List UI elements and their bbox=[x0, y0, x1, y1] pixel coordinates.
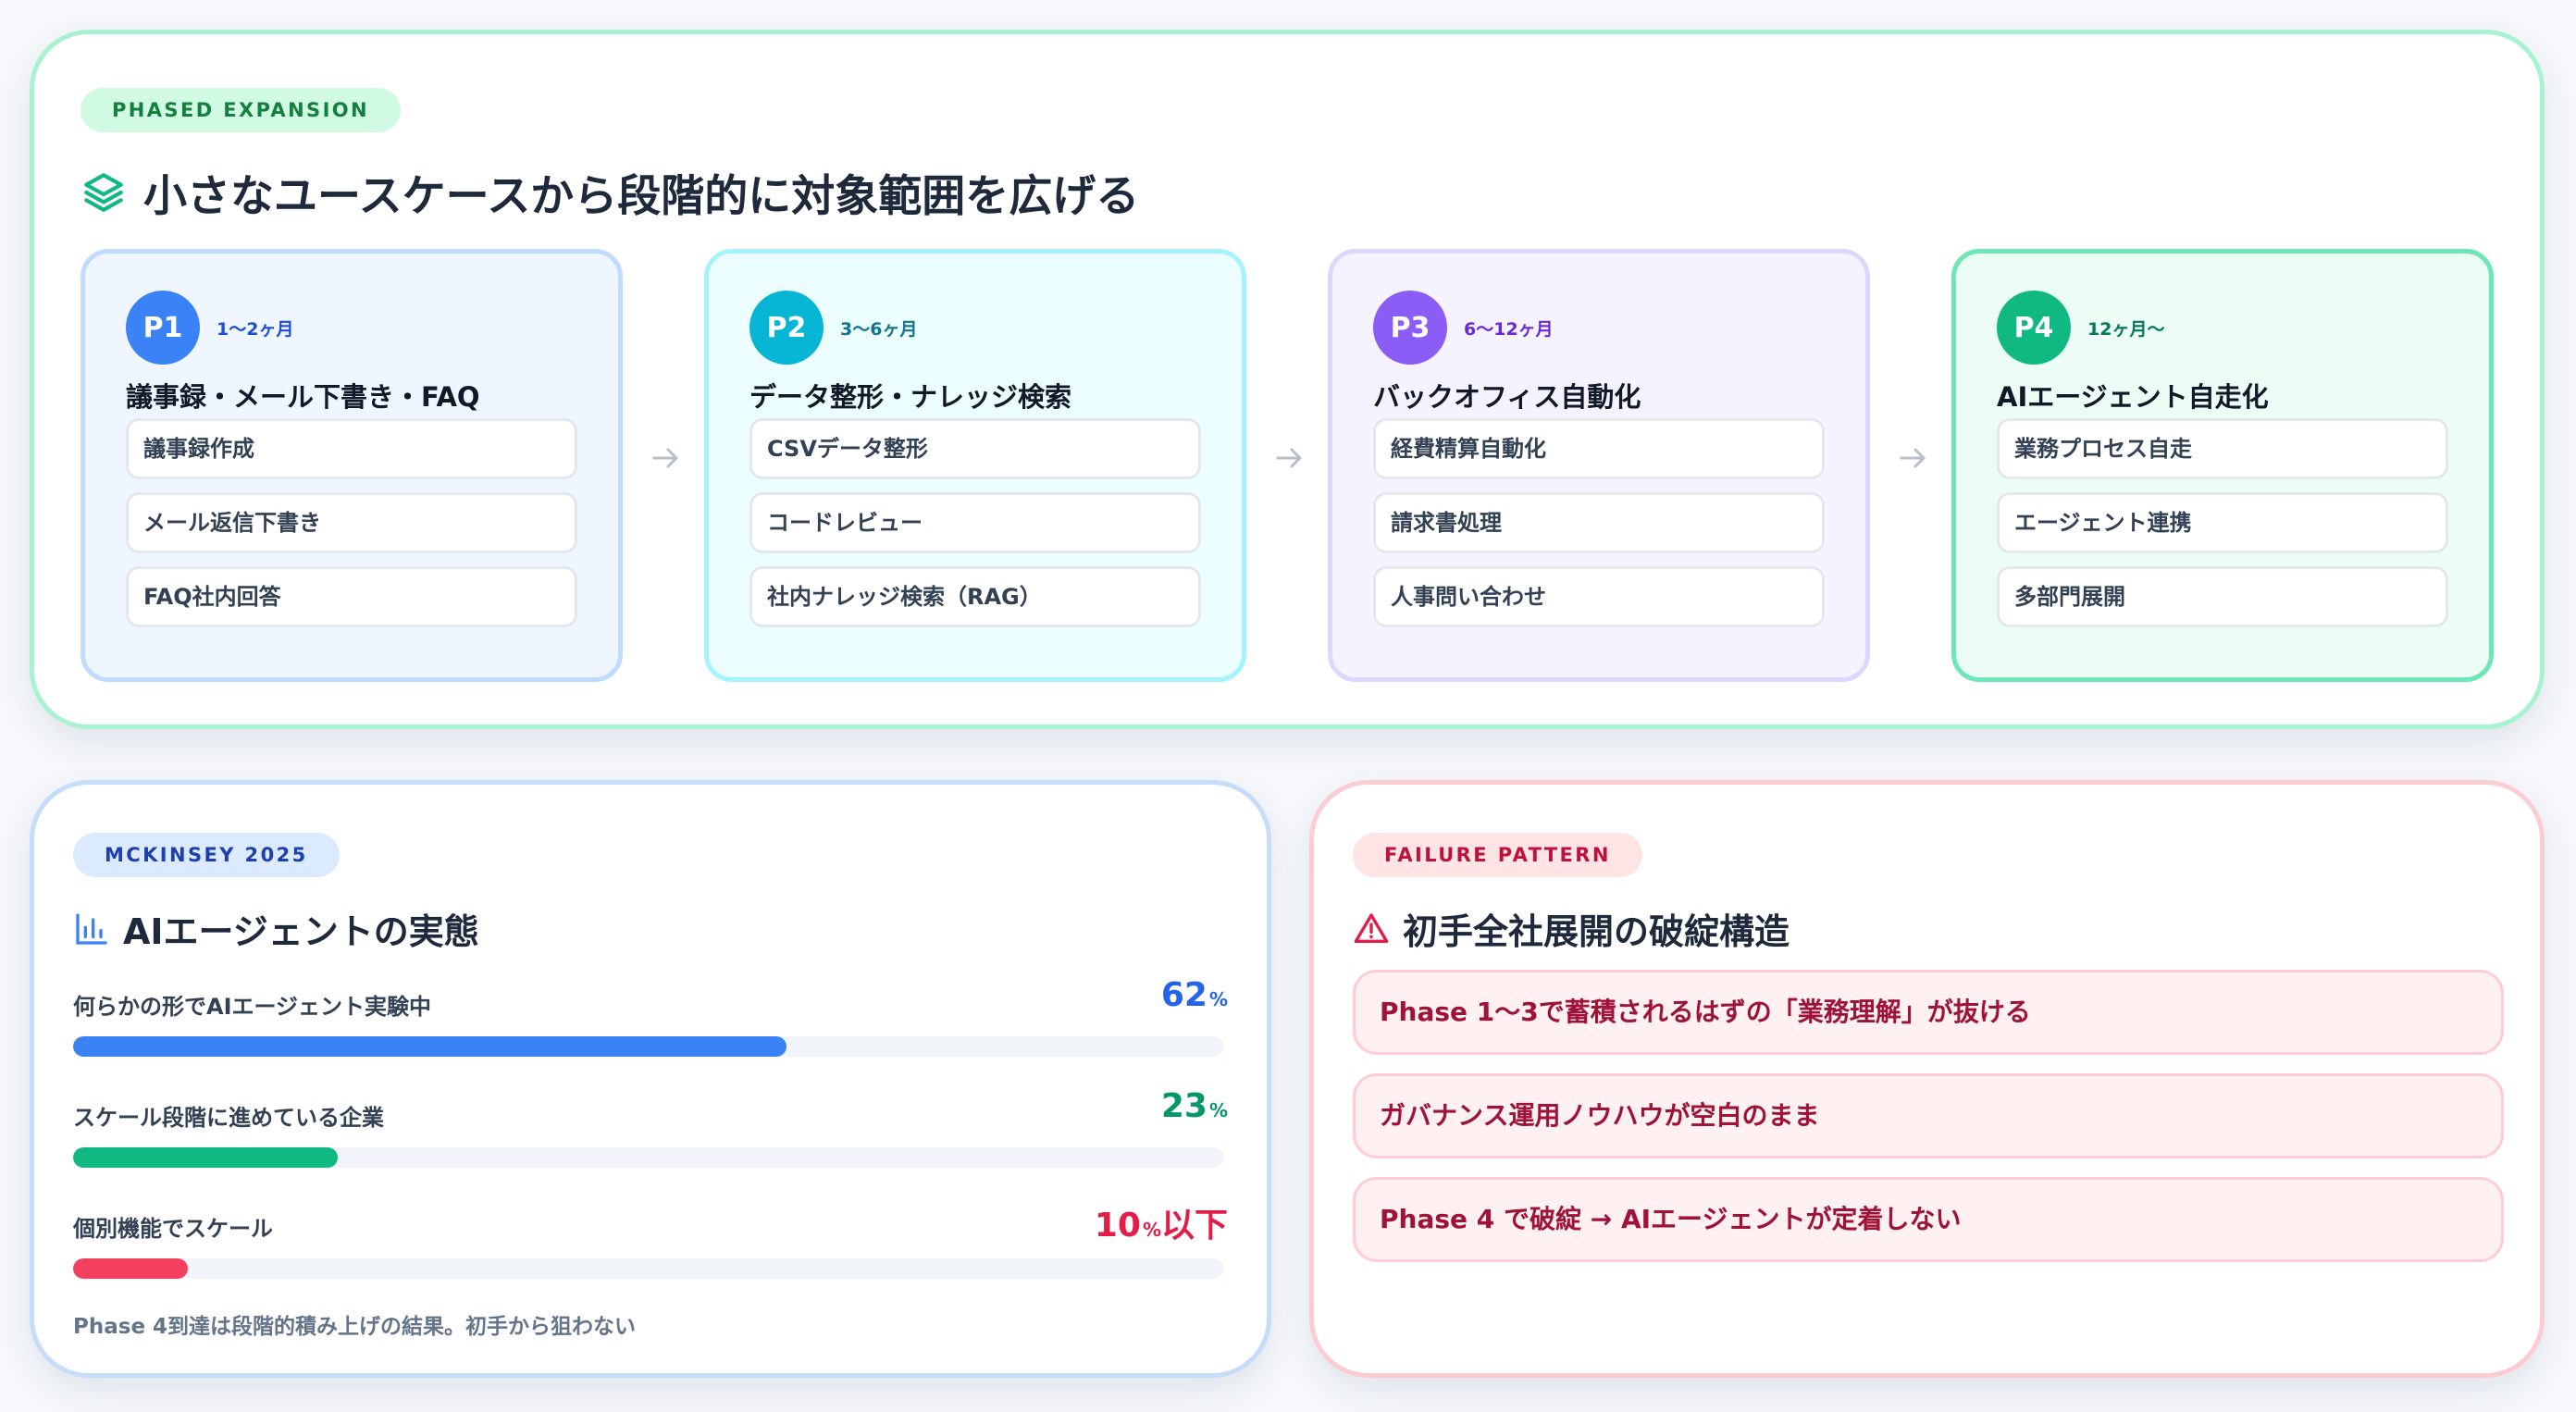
warning-icon bbox=[1354, 912, 1389, 943]
phase-item: 請求書処理 bbox=[1373, 492, 1825, 553]
phase-item: 業務プロセス自走 bbox=[1997, 418, 2448, 479]
bar-chart-icon bbox=[76, 912, 107, 945]
phase-item: エージェント連携 bbox=[1997, 492, 2448, 553]
failure-item: Phase 4 で破綻 → AIエージェントが定着しない bbox=[1353, 1177, 2504, 1262]
failure-item: ガバナンス運用ノウハウが空白のまま bbox=[1353, 1073, 2504, 1158]
phase-period: 12ヶ月〜 bbox=[2087, 318, 2165, 340]
stat-suffix: 以下 bbox=[1160, 1207, 1228, 1245]
stat-unit: % bbox=[1208, 988, 1228, 1010]
progress-track bbox=[73, 1147, 1224, 1168]
phase-name: バックオフィス自動化 bbox=[1373, 381, 1641, 413]
stat-label: スケール段階に進めている企業 bbox=[73, 1105, 384, 1131]
phase-card-p3: P3 6〜12ヶ月 バックオフィス自動化 経費精算自動化 請求書処理 人事問い合… bbox=[1328, 249, 1870, 682]
stat-value: 62 % bbox=[1161, 976, 1228, 1014]
layers-icon bbox=[84, 172, 123, 212]
arrow-right-icon bbox=[1276, 448, 1302, 468]
phase-item: メール返信下書き bbox=[126, 492, 577, 553]
phase-code-badge: P2 bbox=[749, 291, 824, 365]
arrow-right-icon bbox=[1900, 448, 1926, 468]
phase-period: 3〜6ヶ月 bbox=[840, 318, 918, 340]
phase-item: 経費精算自動化 bbox=[1373, 418, 1825, 479]
phase-period: 1〜2ヶ月 bbox=[217, 318, 294, 340]
phase-item: FAQ社内回答 bbox=[126, 566, 577, 627]
phase-item: 議事録作成 bbox=[126, 418, 577, 479]
phase-card-p1: P1 1〜2ヶ月 議事録・メール下書き・FAQ 議事録作成 メール返信下書き F… bbox=[80, 249, 623, 682]
stats-badge: MCKINSEY 2025 bbox=[73, 833, 340, 877]
phase-code-badge: P3 bbox=[1373, 291, 1447, 365]
phased-expansion-badge: PHASED EXPANSION bbox=[80, 88, 402, 132]
progress-track bbox=[73, 1258, 1224, 1279]
phase-item: CSVデータ整形 bbox=[749, 418, 1201, 479]
failure-badge: FAILURE PATTERN bbox=[1353, 833, 1642, 877]
phase-code-badge: P1 bbox=[126, 291, 200, 365]
phase-item: 社内ナレッジ検索（RAG） bbox=[749, 566, 1201, 627]
phase-name: データ整形・ナレッジ検索 bbox=[749, 381, 1072, 413]
phased-expansion-title: 小さなユースケースから段階的に対象範囲を広げる bbox=[80, 160, 1139, 224]
phase-item: コードレビュー bbox=[749, 492, 1201, 553]
phase-period: 6〜12ヶ月 bbox=[1464, 318, 1554, 340]
phase-item: 多部門展開 bbox=[1997, 566, 2448, 627]
stats-note: Phase 4到達は段階的積み上げの結果。初手から狙わない bbox=[73, 1315, 637, 1339]
phased-expansion-panel: PHASED EXPANSION 小さなユースケースから段階的に対象範囲を広げる… bbox=[30, 30, 2545, 729]
page-title: 小さなユースケースから段階的に対象範囲を広げる bbox=[143, 171, 1140, 222]
failure-title: 初手全社展開の破綻構造 bbox=[1353, 903, 1790, 954]
stat-label: 個別機能でスケール bbox=[73, 1216, 273, 1242]
phase-name: 議事録・メール下書き・FAQ bbox=[126, 381, 480, 413]
stat-value: 10 % 以下 bbox=[1095, 1198, 1228, 1246]
phase-card-p4: P4 12ヶ月〜 AIエージェント自走化 業務プロセス自走 エージェント連携 多… bbox=[1951, 249, 2494, 682]
stat-unit: % bbox=[1142, 1219, 1161, 1241]
phase-name: AIエージェント自走化 bbox=[1997, 381, 2269, 413]
stats-panel: MCKINSEY 2025 AIエージェントの実態 何らかの形でAIエージェント… bbox=[30, 780, 1271, 1378]
stat-number: 10 bbox=[1094, 1207, 1141, 1245]
stats-title: AIエージェントの実態 bbox=[73, 903, 479, 954]
progress-fill bbox=[73, 1036, 787, 1057]
stats-heading: AIエージェントの実態 bbox=[123, 911, 479, 952]
stat-number: 23 bbox=[1160, 1087, 1208, 1125]
failure-panel: FAILURE PATTERN 初手全社展開の破綻構造 Phase 1〜3で蓄積… bbox=[1309, 780, 2545, 1378]
arrow-right-icon bbox=[652, 448, 678, 468]
stat-unit: % bbox=[1208, 1099, 1228, 1121]
phase-card-p2: P2 3〜6ヶ月 データ整形・ナレッジ検索 CSVデータ整形 コードレビュー 社… bbox=[704, 249, 1246, 682]
progress-fill bbox=[73, 1258, 189, 1279]
stat-value: 23 % bbox=[1161, 1087, 1228, 1125]
stat-label: 何らかの形でAIエージェント実験中 bbox=[73, 994, 432, 1020]
phase-code-badge: P4 bbox=[1997, 291, 2071, 365]
progress-fill bbox=[73, 1147, 339, 1168]
failure-item: Phase 1〜3で蓄積されるはずの「業務理解」が抜ける bbox=[1353, 970, 2504, 1055]
stat-number: 62 bbox=[1160, 976, 1208, 1014]
phase-item: 人事問い合わせ bbox=[1373, 566, 1825, 627]
failure-heading: 初手全社展開の破綻構造 bbox=[1403, 911, 1790, 952]
progress-track bbox=[73, 1036, 1224, 1057]
